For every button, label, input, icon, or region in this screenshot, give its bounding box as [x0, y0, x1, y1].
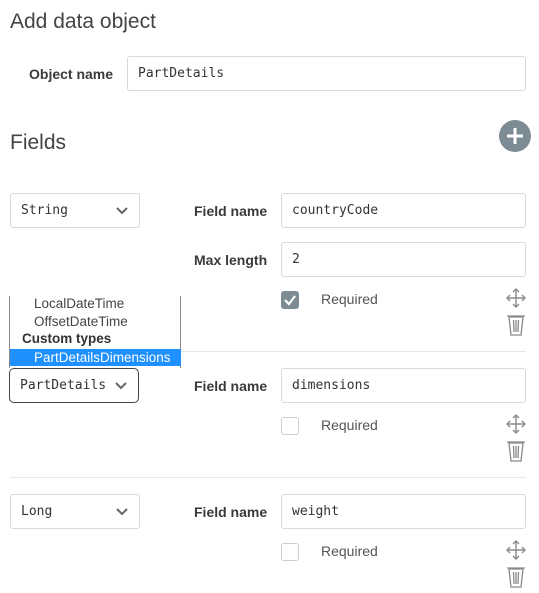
field-divider-2 [10, 477, 526, 478]
move-handle-2[interactable] [505, 413, 527, 435]
chevron-down-icon [115, 381, 127, 389]
field-name-input-1[interactable]: countryCode [281, 193, 526, 228]
field-name-label-2: Field name [194, 378, 268, 394]
add-field-button[interactable] [499, 120, 531, 152]
field-type-select-1[interactable]: String [10, 193, 140, 228]
page-title: Add data object [10, 10, 156, 33]
field-name-value-3: weight [292, 504, 339, 519]
field-type-value-3: Long [21, 504, 53, 519]
field-name-value-1: countryCode [292, 203, 379, 218]
trash-icon [507, 441, 525, 462]
object-name-value: PartDetails [138, 66, 225, 81]
fields-heading: Fields [10, 131, 67, 154]
required-label-2: Required [321, 417, 378, 433]
type-dropdown-list[interactable]: LocalDateTime OffsetDateTime Custom type… [9, 296, 181, 368]
object-name-input[interactable]: PartDetails [127, 56, 526, 91]
required-label-1: Required [321, 291, 378, 307]
move-icon [506, 540, 526, 560]
required-checkbox-2[interactable] [281, 417, 299, 435]
field-name-input-3[interactable]: weight [281, 494, 526, 529]
field-type-select-3[interactable]: Long [10, 494, 140, 529]
required-label-3: Required [321, 543, 378, 559]
field-type-value-2: PartDetails [20, 378, 107, 393]
move-icon [506, 414, 526, 434]
chevron-down-icon [116, 206, 128, 214]
max-length-input[interactable]: 2 [281, 242, 526, 277]
field-type-value-1: String [21, 203, 68, 218]
required-checkbox-3[interactable] [281, 543, 299, 561]
delete-button-3[interactable] [506, 566, 526, 588]
chevron-down-icon [116, 507, 128, 515]
dropdown-option-partdetailsdimensions[interactable]: PartDetailsDimensions [10, 349, 181, 366]
trash-icon [507, 567, 525, 588]
field-name-label-3: Field name [194, 504, 268, 520]
checkmark-icon [284, 295, 296, 306]
object-name-label: Object name [29, 66, 114, 82]
required-checkbox-1[interactable] [281, 291, 299, 309]
max-length-label: Max length [194, 252, 268, 268]
delete-button-2[interactable] [506, 440, 526, 462]
dropdown-group-custom-types: Custom types [22, 331, 112, 346]
move-icon [506, 288, 526, 308]
field-name-label-1: Field name [194, 203, 268, 219]
dropdown-option-offsetdatetime[interactable]: OffsetDateTime [34, 314, 128, 329]
delete-button-1[interactable] [506, 314, 526, 336]
field-name-value-2: dimensions [292, 378, 371, 393]
dropdown-option-localdatetime[interactable]: LocalDateTime [34, 296, 124, 311]
trash-icon [507, 315, 525, 336]
max-length-value: 2 [292, 252, 300, 267]
plus-icon [499, 120, 531, 152]
move-handle-3[interactable] [505, 539, 527, 561]
field-type-select-2[interactable]: PartDetails [9, 368, 139, 403]
field-name-input-2[interactable]: dimensions [281, 368, 526, 403]
move-handle-1[interactable] [505, 287, 527, 309]
